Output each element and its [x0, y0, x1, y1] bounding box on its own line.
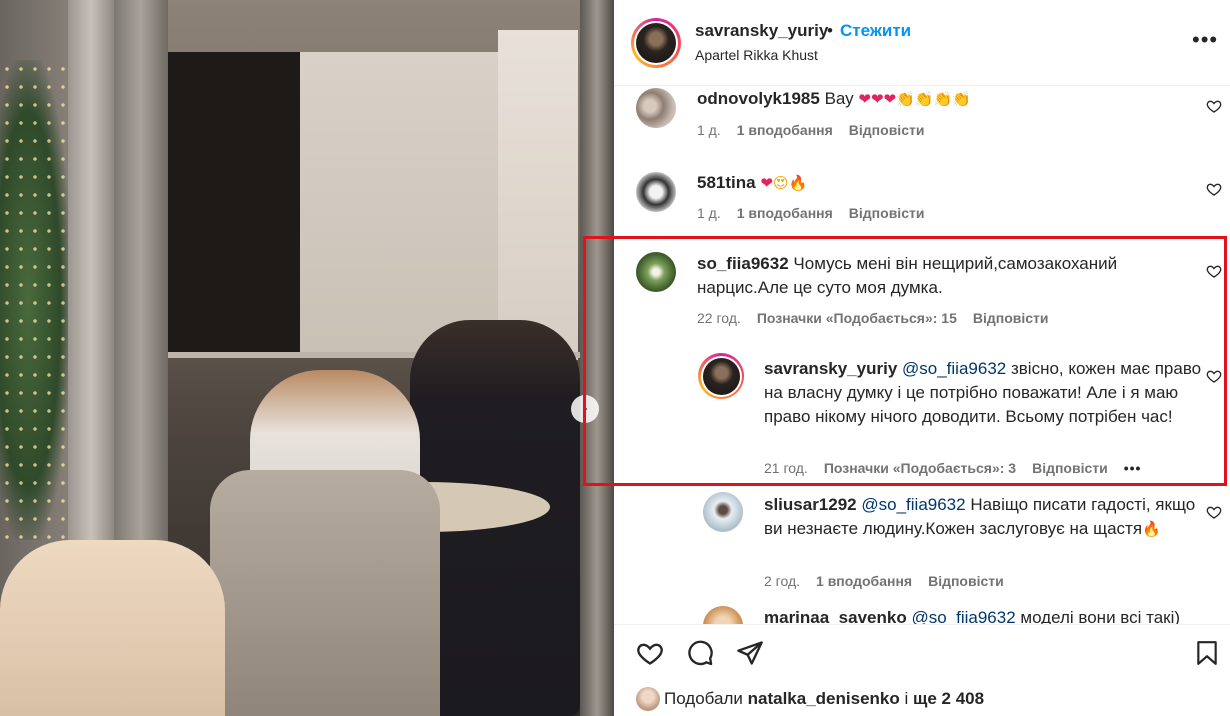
reply-button[interactable]: Відповісти [973, 310, 1049, 326]
reply-button[interactable]: Відповісти [849, 205, 925, 221]
photo-chair [210, 470, 440, 716]
post-location[interactable]: Apartel Rikka Khust [695, 47, 818, 63]
like-heart-icon[interactable] [636, 639, 664, 667]
author-avatar[interactable] [631, 18, 681, 68]
next-photo-button[interactable]: › [571, 395, 599, 423]
photo-window-frame [580, 0, 614, 716]
commenter-avatar[interactable] [636, 252, 676, 292]
comment-likes[interactable]: 1 вподобання [737, 122, 833, 138]
reply-username[interactable]: sliusar1292 [764, 495, 857, 514]
comment-text: Вау [824, 89, 854, 108]
like-comment-heart-icon[interactable] [1206, 263, 1222, 279]
reply-time[interactable]: 21 год. [764, 460, 808, 476]
reply-button[interactable]: Відповісти [1032, 460, 1108, 476]
more-options-icon[interactable]: ••• [1192, 29, 1218, 51]
chevron-right-icon: › [582, 400, 588, 417]
commenter-avatar[interactable] [636, 172, 676, 212]
reply-author-avatar[interactable] [703, 492, 743, 532]
post-header: savransky_yuriy • Стежити Apartel Rikka … [614, 0, 1230, 86]
reply-text: моделі вони всі такі) [1020, 608, 1181, 624]
comment-emojis: ❤😍🔥 [760, 174, 808, 192]
comment-bubble-icon[interactable] [686, 639, 714, 667]
reply-mention[interactable]: @so_fiia9632 [902, 359, 1006, 378]
like-comment-heart-icon[interactable] [1206, 504, 1222, 520]
photo-dark-doorway [168, 52, 308, 352]
like-comment-heart-icon[interactable] [1206, 98, 1222, 114]
reply-author-avatar[interactable] [703, 606, 743, 624]
comment-time[interactable]: 1 д. [697, 122, 721, 138]
post-photo[interactable]: › [0, 0, 614, 716]
reply-emoji: 🔥 [1142, 520, 1161, 538]
comment-time[interactable]: 22 год. [697, 310, 741, 326]
liker-username[interactable]: natalka_denisenko [748, 689, 900, 708]
photo-cabinets [300, 52, 500, 352]
photo-cabinets [498, 30, 578, 360]
reply-mention[interactable]: @so_fiia9632 [911, 608, 1015, 624]
like-comment-heart-icon[interactable] [1206, 368, 1222, 384]
share-send-icon[interactable] [736, 639, 764, 667]
likes-summary[interactable]: Подобали natalka_denisenko і ще 2 408 [664, 689, 984, 709]
reply-username[interactable]: savransky_yuriy [764, 359, 897, 378]
reply-mention[interactable]: @so_fiia9632 [861, 495, 965, 514]
comment-likes[interactable]: 1 вподобання [737, 205, 833, 221]
photo-tree-lights [0, 60, 70, 540]
reply-likes[interactable]: Позначки «Подобається»: 3 [824, 460, 1016, 476]
like-comment-heart-icon[interactable] [1206, 181, 1222, 197]
likes-prefix: Подобали [664, 689, 743, 708]
reply-time[interactable]: 2 год. [764, 573, 800, 589]
reply-username[interactable]: marinaa_savenko [764, 608, 907, 624]
actions-divider [614, 624, 1230, 625]
comment-more-icon[interactable]: ••• [1124, 460, 1142, 476]
reply-likes[interactable]: 1 вподобання [816, 573, 912, 589]
likes-count[interactable]: ще 2 408 [913, 689, 984, 708]
separator-dot: • [827, 21, 833, 40]
comment-likes[interactable]: Позначки «Подобається»: 15 [757, 310, 957, 326]
comment-emojis: ❤❤❤👏👏👏👏 [858, 90, 971, 108]
comment-username[interactable]: so_fiia9632 [697, 254, 789, 273]
reply-author-avatar[interactable] [698, 353, 744, 399]
post-side-panel: savransky_yuriy • Стежити Apartel Rikka … [614, 0, 1230, 716]
save-bookmark-icon[interactable] [1194, 639, 1220, 667]
commenter-avatar[interactable] [636, 88, 676, 128]
author-username[interactable]: savransky_yuriy [695, 21, 828, 41]
likes-conjunction: і [904, 689, 909, 708]
comment-username[interactable]: odnovolyk1985 [697, 89, 820, 108]
photo-armchair [0, 540, 225, 716]
comment-username[interactable]: 581tina [697, 173, 756, 192]
comments-list[interactable]: odnovolyk1985 Вау ❤❤❤👏👏👏👏 1 д. 1 вподоба… [614, 86, 1230, 624]
liker-avatar[interactable] [636, 687, 660, 711]
reply-button[interactable]: Відповісти [849, 122, 925, 138]
comment-time[interactable]: 1 д. [697, 205, 721, 221]
follow-button[interactable]: Стежити [840, 21, 911, 41]
reply-button[interactable]: Відповісти [928, 573, 1004, 589]
